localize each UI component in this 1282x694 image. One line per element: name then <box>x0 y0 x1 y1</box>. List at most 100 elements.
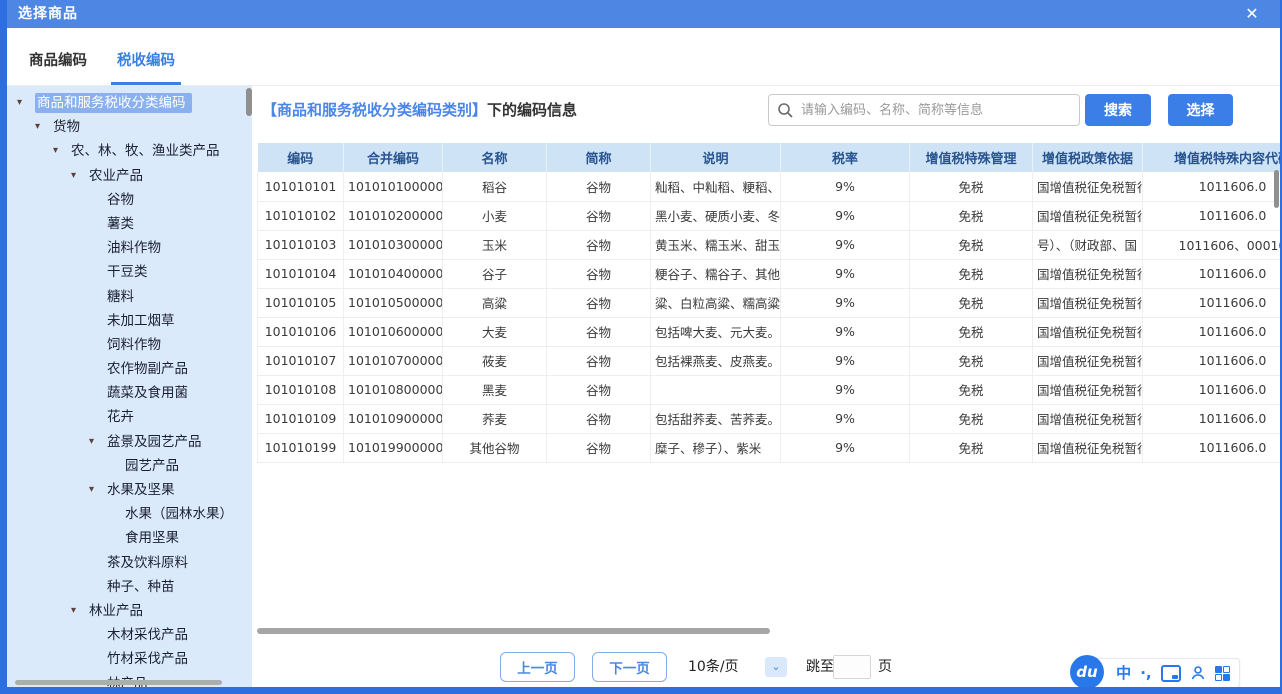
cell: 小麦 <box>443 201 547 230</box>
tree-item[interactable]: 农作物副产品 <box>7 357 252 381</box>
tree-item[interactable]: 食用坚果 <box>7 526 252 550</box>
table-row[interactable]: 1010101041010104000000000000谷子谷物粳谷子、糯谷子、… <box>258 259 1281 288</box>
tab-tax-code[interactable]: 税收编码 <box>111 46 181 85</box>
tree-item-label: 未加工烟草 <box>107 313 175 329</box>
ime-tray: 中 ·, <box>1088 658 1240 687</box>
cell: 莜麦 <box>443 346 547 375</box>
tree-item[interactable]: 茶及饮料原料 <box>7 551 252 575</box>
tree-item[interactable]: ▾农业产品 <box>7 164 252 188</box>
cell: 包括啤大麦、元大麦。 <box>651 317 781 346</box>
table-horizontal-scrollbar[interactable] <box>257 628 770 634</box>
cell: 国增值税征免税暂行 <box>1033 375 1143 404</box>
table-row[interactable]: 1010101091010109000000000000荞麦谷物包括甜荞麦、苦荞… <box>258 404 1281 433</box>
search-button[interactable]: 搜索 <box>1085 94 1151 126</box>
cell: 1010108000000000000 <box>344 375 443 404</box>
tree-item[interactable]: 未加工烟草 <box>7 309 252 333</box>
collapse-arrow-icon[interactable]: ▾ <box>53 139 71 163</box>
tree-item[interactable]: 木材采伐产品 <box>7 623 252 647</box>
cell: 国增值税征免税暂行 <box>1033 404 1143 433</box>
tab-commodity-code[interactable]: 商品编码 <box>23 46 93 85</box>
code-table-wrap: 编码合并编码名称简称说明税率增值税特殊管理增值税政策依据增值税特殊内容代码 10… <box>257 143 1280 523</box>
tree-item[interactable]: 谷物 <box>7 188 252 212</box>
punctuation-icon[interactable]: ·, <box>1140 659 1151 687</box>
tree-vertical-scrollbar[interactable] <box>246 88 252 116</box>
cell: 101010199 <box>258 433 344 462</box>
cell: 101010106 <box>258 317 344 346</box>
tree-item[interactable]: 园艺产品 <box>7 454 252 478</box>
collapse-arrow-icon[interactable]: ▾ <box>89 430 107 454</box>
table-row[interactable]: 1010101061010106000000000000大麦谷物包括啤大麦、元大… <box>258 317 1281 346</box>
cell: 免税 <box>910 433 1033 462</box>
search-icon <box>777 102 793 118</box>
table-row[interactable]: 1010101051010105000000000000高粱谷物粱、白粒高粱、糯… <box>258 288 1281 317</box>
grid-menu-icon[interactable] <box>1215 666 1230 681</box>
close-icon[interactable]: ✕ <box>1242 4 1262 24</box>
tree-item[interactable]: ▾盆景及园艺产品 <box>7 430 252 454</box>
search-input[interactable] <box>799 102 1071 119</box>
next-page-button[interactable]: 下一页 <box>592 652 667 682</box>
cell: 1011606.0 <box>1143 375 1281 404</box>
select-button[interactable]: 选择 <box>1168 94 1233 126</box>
tree-item-label: 竹材采伐产品 <box>107 651 188 667</box>
table-row[interactable]: 1010101991010199000000000000其他谷物谷物糜子、穇子）… <box>258 433 1281 462</box>
cell: 1010199000000000000 <box>344 433 443 462</box>
table-vertical-scrollbar[interactable] <box>1274 170 1279 208</box>
tree-item-label: 饲料作物 <box>107 337 161 353</box>
cell: 国增值税征免税暂行 <box>1033 288 1143 317</box>
tree-item[interactable]: ▾货物 <box>7 115 252 139</box>
tree-item[interactable]: ▾商品和服务税收分类编码 <box>7 91 252 115</box>
tree-item[interactable]: 薯类 <box>7 212 252 236</box>
cell: 国增值税征免税暂行 <box>1033 172 1143 201</box>
tree-item[interactable]: 糖料 <box>7 285 252 309</box>
tree-item[interactable]: 干豆类 <box>7 260 252 284</box>
cell: 免税 <box>910 259 1033 288</box>
collapse-arrow-icon[interactable]: ▾ <box>35 115 53 139</box>
tree-item[interactable]: ▾林业产品 <box>7 599 252 623</box>
tree-horizontal-scrollbar[interactable] <box>15 680 222 685</box>
cell: 9% <box>781 172 910 201</box>
cell: 101010101 <box>258 172 344 201</box>
tree-item-label: 商品和服务税收分类编码 <box>35 93 192 113</box>
tree-item[interactable]: 种子、种苗 <box>7 575 252 599</box>
cell: 谷子 <box>443 259 547 288</box>
cell: 1010103000000000000 <box>344 230 443 259</box>
cell: 1011606.0 <box>1143 433 1281 462</box>
tree-item-label: 园艺产品 <box>125 458 179 474</box>
baidu-ime-logo[interactable]: du <box>1070 655 1104 687</box>
jump-page-input[interactable] <box>833 655 871 679</box>
cell: 糜子、穇子）、紫米 <box>651 433 781 462</box>
tree-item[interactable]: ▾水果及坚果 <box>7 478 252 502</box>
collapse-arrow-icon[interactable]: ▾ <box>71 164 89 188</box>
cell: 黑小麦、硬质小麦、冬小 <box>651 201 781 230</box>
user-icon[interactable] <box>1190 665 1206 681</box>
collapse-arrow-icon[interactable]: ▾ <box>89 478 107 502</box>
cell: 9% <box>781 346 910 375</box>
tree-item[interactable]: 油料作物 <box>7 236 252 260</box>
prev-page-button[interactable]: 上一页 <box>500 652 575 682</box>
cell: 国增值税征免税暂行 <box>1033 201 1143 230</box>
tree-item[interactable]: 花卉 <box>7 405 252 429</box>
cell: 谷物 <box>547 317 651 346</box>
collapse-arrow-icon[interactable]: ▾ <box>71 599 89 623</box>
tree-item[interactable]: ▾农、林、牧、渔业类产品 <box>7 139 252 163</box>
collapse-arrow-icon[interactable]: ▾ <box>17 91 35 115</box>
tree-item[interactable]: 水果（园林水果） <box>7 502 252 526</box>
keyboard-icon[interactable] <box>1161 665 1181 682</box>
tree-item[interactable]: 竹材采伐产品 <box>7 647 252 671</box>
chinese-mode-icon[interactable]: 中 <box>1116 659 1131 687</box>
table-row[interactable]: 1010101081010108000000000000黑麦谷物9%免税国增值税… <box>258 375 1281 404</box>
page-size-dropdown[interactable]: ⌄ <box>765 657 787 677</box>
table-row[interactable]: 1010101011010101000000000000稻谷谷物籼稻、中籼稻、粳… <box>258 172 1281 201</box>
cell: 谷物 <box>547 288 651 317</box>
cell: 1010105000000000000 <box>344 288 443 317</box>
tree-item-label: 薯类 <box>107 216 134 232</box>
table-row[interactable]: 1010101021010102000000000000小麦谷物黑小麦、硬质小麦… <box>258 201 1281 230</box>
tree-item-label: 谷物 <box>107 192 134 208</box>
cell: 9% <box>781 259 910 288</box>
table-row[interactable]: 1010101071010107000000000000莜麦谷物包括裸燕麦、皮燕… <box>258 346 1281 375</box>
tree-item[interactable]: 蔬菜及食用菌 <box>7 381 252 405</box>
tree-item-label: 农业产品 <box>89 168 143 184</box>
cell: 1011606.0 <box>1143 346 1281 375</box>
tree-item[interactable]: 饲料作物 <box>7 333 252 357</box>
table-row[interactable]: 1010101031010103000000000000玉米谷物黄玉米、糯玉米、… <box>258 230 1281 259</box>
